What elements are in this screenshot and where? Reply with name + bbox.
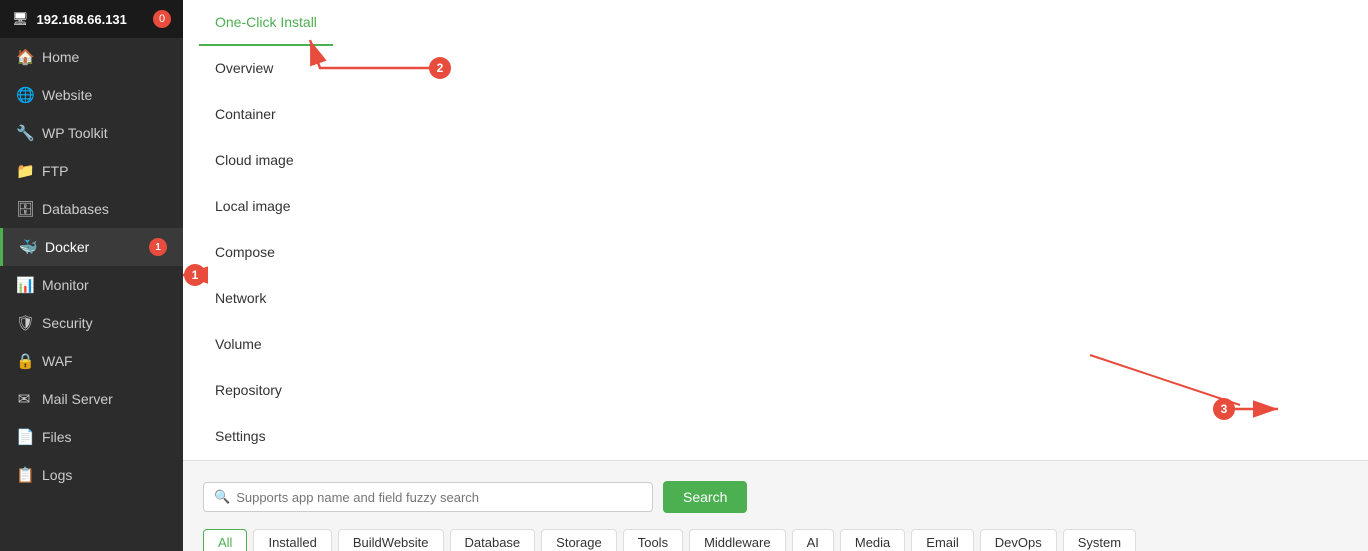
databases-icon: 🗄 [16,200,32,218]
files-icon: 📄 [16,428,32,446]
notification-badge: 0 [153,10,171,28]
sidebar-item-security[interactable]: 🛡 Security [0,304,183,342]
sidebar-item-mail-server[interactable]: ✉ Mail Server [0,380,183,418]
sidebar-item-label: Home [42,49,79,65]
search-button[interactable]: Search [663,481,747,513]
ip-address: 192.168.66.131 [37,12,127,27]
filter-media[interactable]: Media [840,529,905,551]
home-icon: 🏠 [16,48,32,66]
tab-settings[interactable]: Settings [199,414,333,460]
sidebar-item-label: Docker [45,239,89,255]
filter-tools[interactable]: Tools [623,529,683,551]
sidebar-item-docker[interactable]: 🐳 Docker 1 [0,228,183,266]
sidebar-item-label: Website [42,87,92,103]
nav-tabs: One-Click InstallOverviewContainerCloud … [199,0,333,460]
sidebar-item-monitor[interactable]: 📊 Monitor [0,266,183,304]
filter-all[interactable]: All [203,529,247,551]
sidebar-item-label: WAF [42,353,73,369]
tab-container[interactable]: Container [199,92,333,138]
sidebar-item-databases[interactable]: 🗄 Databases [0,190,183,228]
filter-database[interactable]: Database [450,529,536,551]
website-icon: 🌐 [16,86,32,104]
sidebar-item-logs[interactable]: 📋 Logs [0,456,183,494]
filter-tabs: All Installed BuildWebsite DatabaseStorage T… [203,529,1348,551]
docker-badge: 1 [149,238,167,256]
sidebar-item-label: WP Toolkit [42,125,108,141]
tab-overview[interactable]: Overview [199,46,333,92]
filter-system[interactable]: System [1063,529,1136,551]
search-input-wrap: 🔍 [203,482,653,512]
sidebar-nav: 🏠 Home 🌐 Website 🔧 WP Toolkit 📁 FTP 🗄 Da… [0,38,183,494]
sidebar-item-wp-toolkit[interactable]: 🔧 WP Toolkit [0,114,183,152]
filter-ai[interactable]: AI [792,529,834,551]
tab-repository[interactable]: Repository [199,368,333,414]
filter-email[interactable]: Email [911,529,974,551]
main-content: One-Click InstallOverviewContainerCloud … [183,0,1368,551]
sidebar-item-label: Logs [42,467,72,483]
filter-middleware[interactable]: Middleware [689,529,785,551]
filter-installed[interactable]: Installed [253,529,331,551]
waf-icon: 🔒 [16,352,32,370]
search-row: 🔍 Search [203,481,1348,513]
ftp-icon: 📁 [16,162,32,180]
filter-storage[interactable]: Storage [541,529,617,551]
tab-compose[interactable]: Compose [199,230,333,276]
docker-icon: 🐳 [19,238,35,256]
tab-network[interactable]: Network [199,276,333,322]
tab-cloud-image[interactable]: Cloud image [199,138,333,184]
top-nav: One-Click InstallOverviewContainerCloud … [183,0,1368,461]
tab-one-click-install[interactable]: One-Click Install [199,0,333,46]
sidebar-item-home[interactable]: 🏠 Home [0,38,183,76]
filter-devops[interactable]: DevOps [980,529,1057,551]
sidebar-item-website[interactable]: 🌐 Website [0,76,183,114]
sidebar-item-label: Databases [42,201,109,217]
search-icon: 🔍 [214,489,230,505]
tab-local-image[interactable]: Local image [199,184,333,230]
content-area: 🔍 Search All Installed BuildWebsite Databas… [183,461,1368,551]
search-input[interactable] [236,490,642,505]
tab-volume[interactable]: Volume [199,322,333,368]
sidebar-item-label: Security [42,315,93,331]
filter-build-website[interactable]: BuildWebsite [338,529,444,551]
sidebar-item-label: FTP [42,163,68,179]
monitor-icon: 🖥 [12,11,29,27]
mail-server-icon: ✉ [16,390,32,408]
sidebar-item-files[interactable]: 📄 Files [0,418,183,456]
sidebar-item-label: Files [42,429,72,445]
sidebar: 🖥 192.168.66.131 0 🏠 Home 🌐 Website 🔧 WP… [0,0,183,551]
sidebar-header: 🖥 192.168.66.131 0 [0,0,183,38]
logs-icon: 📋 [16,466,32,484]
sidebar-item-ftp[interactable]: 📁 FTP [0,152,183,190]
monitor-icon: 📊 [16,276,32,294]
sidebar-item-label: Mail Server [42,391,113,407]
sidebar-item-label: Monitor [42,277,89,293]
security-icon: 🛡 [16,314,32,332]
wp-toolkit-icon: 🔧 [16,124,32,142]
sidebar-item-waf[interactable]: 🔒 WAF [0,342,183,380]
